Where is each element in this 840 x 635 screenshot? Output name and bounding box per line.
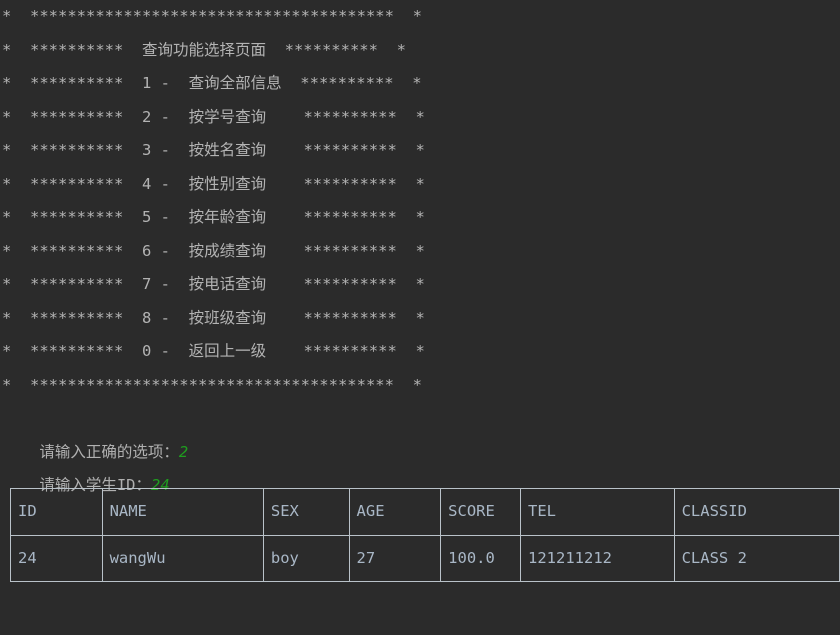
- table-header-row: ID NAME SEX AGE SCORE TEL CLASSID: [10, 488, 840, 536]
- table-cell-tel: 121211212: [520, 534, 675, 582]
- table-cell-classid: CLASS 2: [673, 534, 840, 582]
- console-output-pane[interactable]: * **************************************…: [0, 0, 840, 635]
- table-cell-id: 24: [10, 534, 103, 582]
- menu-item-line-3: * ********** 3 - 按姓名查询 ********** *: [2, 141, 425, 159]
- menu-item-line-6: * ********** 6 - 按成绩查询 ********** *: [2, 241, 425, 260]
- menu-item-line-5: * ********** 5 - 按年龄查询 ********** *: [2, 208, 425, 226]
- prompt-option-label: 请输入正确的选项：: [39, 442, 179, 461]
- table-header-sex: SEX: [262, 488, 350, 536]
- table-header-id: ID: [10, 488, 103, 536]
- table-header-tel: TEL: [520, 488, 675, 536]
- menu-border-top: * **************************************…: [2, 7, 422, 25]
- table-header-name: NAME: [101, 488, 264, 536]
- menu-item-line-0: * ********** 0 - 返回上一级 ********** *: [2, 342, 425, 360]
- table-header-classid: CLASSID: [673, 488, 840, 536]
- query-result-table: ID NAME SEX AGE SCORE TEL CLASSID 24 wan…: [10, 488, 840, 582]
- table-row: 24 wangWu boy 27 100.0 121211212 CLASS 2: [10, 534, 840, 582]
- table-cell-score: 100.0: [440, 534, 522, 582]
- menu-title-line: * ********** 查询功能选择页面 ********** *: [2, 40, 406, 59]
- menu-item-line-7: * ********** 7 - 按电话查询 ********** *: [2, 275, 425, 293]
- prompt-option-value: 2: [178, 442, 189, 461]
- table-cell-age: 27: [348, 534, 442, 582]
- menu-item-line-4: * ********** 4 - 按性别查询 ********** *: [2, 174, 425, 193]
- table-cell-sex: boy: [262, 534, 350, 582]
- menu-item-line-8: * ********** 8 - 按班级查询 ********** *: [2, 308, 425, 327]
- prompt-option: 请输入正确的选项：2: [0, 402, 840, 461]
- table-header-age: AGE: [348, 488, 442, 536]
- menu-border-bottom: * **************************************…: [2, 375, 422, 394]
- menu-item-line-2: * ********** 2 - 按学号查询 ********** *: [2, 107, 425, 126]
- table-header-score: SCORE: [440, 488, 522, 536]
- menu-item-line-1: * ********** 1 - 查询全部信息 ********** *: [2, 74, 422, 92]
- table-cell-name: wangWu: [101, 534, 264, 582]
